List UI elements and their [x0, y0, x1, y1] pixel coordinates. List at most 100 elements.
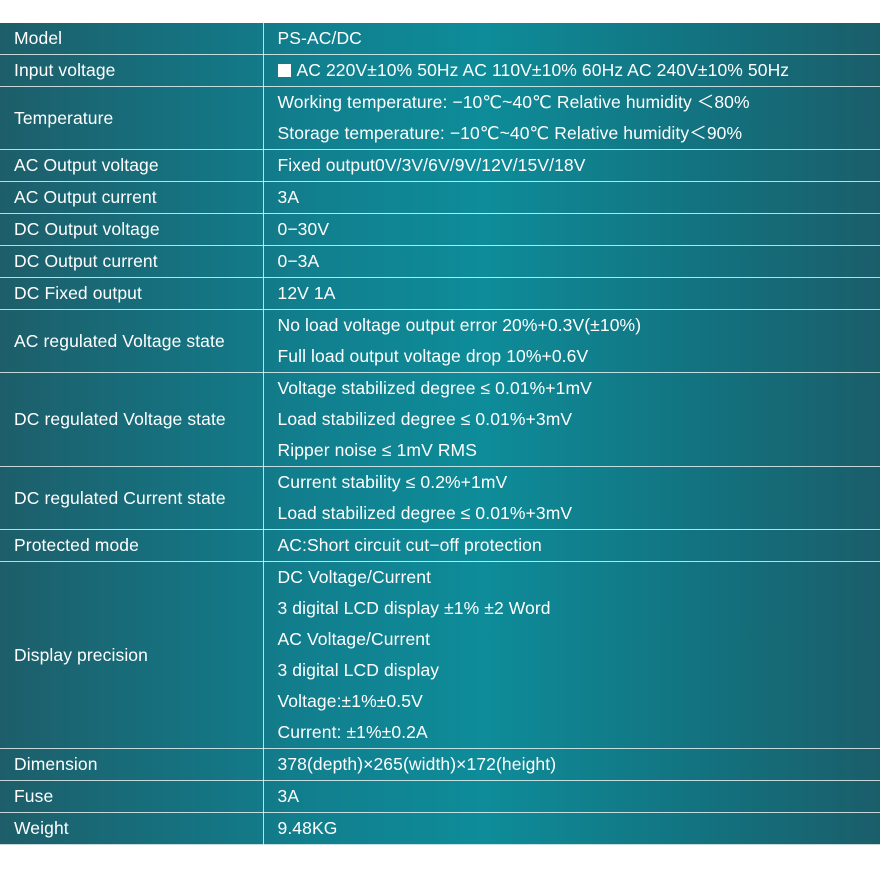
spec-value-text: 0−30V: [277, 219, 330, 239]
checkbox-square-icon: [277, 64, 291, 77]
spec-row: DC regulated Current state Current stabil…: [0, 466, 880, 530]
spec-value-line: 3 digital LCD display ±1% ±2 Word: [278, 593, 880, 624]
spec-value-line: Working temperature: −10℃~40℃ Relative h…: [278, 87, 880, 118]
spec-value-line: PS-AC/DC: [278, 23, 880, 54]
spec-value-line: 3 digital LCD display: [278, 655, 880, 686]
spec-value-line: 3A: [278, 182, 880, 213]
spec-value-cell: Voltage stabilized degree ≤ 0.01%+1mV Loa…: [263, 372, 880, 467]
spec-label: DC Fixed output: [0, 277, 264, 310]
spec-value-line: 3A: [278, 781, 880, 812]
spec-value-cell: 3A: [263, 780, 880, 813]
spec-label: Fuse: [0, 780, 264, 813]
spec-value-text: 3 digital LCD display: [277, 660, 440, 680]
spec-value-line: Voltage stabilized degree ≤ 0.01%+1mV: [278, 373, 880, 404]
spec-value-cell: PS-AC/DC: [263, 23, 880, 55]
spec-label: Model: [0, 23, 264, 55]
spec-value-text: 9.48KG: [277, 818, 338, 838]
spec-label: DC Output current: [0, 245, 264, 278]
spec-row: Fuse 3A: [0, 780, 880, 813]
spec-value-line: Fixed output0V/3V/6V/9V/12V/15V/18V: [278, 150, 880, 181]
spec-value-text: Full load output voltage drop 10%+0.6V: [277, 346, 589, 366]
spec-label: AC Output current: [0, 181, 264, 214]
spec-value-text: DC Voltage/Current: [277, 567, 432, 587]
spec-value-text: AC:Short circuit cut−off protection: [277, 535, 542, 555]
spec-value-text: Storage temperature: −10℃~40℃ Relative h…: [277, 123, 743, 143]
spec-row: DC Fixed output 12V 1A: [0, 277, 880, 310]
spec-label: DC regulated Current state: [0, 466, 264, 530]
spec-row: Protected mode AC:Short circuit cut−off p…: [0, 529, 880, 562]
spec-value-line: 0−30V: [278, 214, 880, 245]
spec-value-line: Full load output voltage drop 10%+0.6V: [278, 341, 880, 372]
spec-label: AC Output voltage: [0, 149, 264, 182]
spec-value-line: No load voltage output error 20%+0.3V(±1…: [278, 310, 880, 341]
spec-value-cell: No load voltage output error 20%+0.3V(±1…: [263, 309, 880, 373]
spec-label: Input voltage: [0, 54, 264, 87]
spec-value-line: 12V 1A: [278, 278, 880, 309]
spec-row: DC Output voltage 0−30V: [0, 213, 880, 246]
spec-label: Display precision: [0, 561, 264, 749]
spec-value-text: Working temperature: −10℃~40℃ Relative h…: [277, 92, 750, 112]
spec-value-text: 3 digital LCD display ±1% ±2 Word: [277, 598, 551, 618]
spec-label: Dimension: [0, 748, 264, 781]
specification-table: Model PS-AC/DC Input voltage AC 220V±10% 50…: [0, 23, 880, 845]
spec-row: Temperature Working temperature: −10℃~40℃…: [0, 86, 880, 150]
spec-value-text: Voltage stabilized degree ≤ 0.01%+1mV: [277, 378, 592, 398]
spec-value-text: Ripper noise ≤ 1mV RMS: [277, 440, 478, 460]
spec-row: AC Output current 3A: [0, 181, 880, 214]
spec-value-text: 12V 1A: [277, 283, 336, 303]
spec-value-text: Current stability ≤ 0.2%+1mV: [277, 472, 508, 492]
spec-value-cell: 378(depth)×265(width)×172(height): [263, 748, 880, 781]
spec-row: Display precision DC Voltage/Current 3 dig…: [0, 561, 880, 749]
spec-label: Weight: [0, 812, 264, 845]
spec-value-text: 3A: [277, 786, 300, 806]
spec-value-line: AC 220V±10% 50Hz AC 110V±10% 60Hz AC 240…: [277, 55, 880, 86]
spec-value-text: 3A: [277, 187, 300, 207]
spec-value-line: Voltage:±1%±0.5V: [278, 686, 880, 717]
spec-value-line: Current: ±1%±0.2A: [278, 717, 880, 748]
spec-value-text: No load voltage output error 20%+0.3V(±1…: [277, 315, 642, 335]
spec-value-line: AC Voltage/Current: [278, 624, 880, 655]
spec-value-line: Current stability ≤ 0.2%+1mV: [278, 467, 880, 498]
spec-value-line: 0−3A: [278, 246, 880, 277]
spec-value-cell: DC Voltage/Current 3 digital LCD display …: [263, 561, 880, 749]
spec-value-line: Load stabilized degree ≤ 0.01%+3mV: [278, 404, 880, 435]
spec-value-cell: Working temperature: −10℃~40℃ Relative h…: [263, 86, 880, 150]
spec-value-cell: Current stability ≤ 0.2%+1mV Load stabili…: [263, 466, 880, 530]
spec-value-cell: AC 220V±10% 50Hz AC 110V±10% 60Hz AC 240…: [263, 54, 880, 87]
spec-row: AC regulated Voltage state No load voltag…: [0, 309, 880, 373]
spec-row: AC Output voltage Fixed output0V/3V/6V/9V…: [0, 149, 880, 182]
spec-value-cell: 0−3A: [263, 245, 880, 278]
spec-value-line: Load stabilized degree ≤ 0.01%+3mV: [278, 498, 880, 529]
spec-row: Weight 9.48KG: [0, 812, 880, 845]
spec-value-text: Fixed output0V/3V/6V/9V/12V/15V/18V: [277, 155, 586, 175]
spec-label: DC Output voltage: [0, 213, 264, 246]
spec-value-text: PS-AC/DC: [277, 28, 362, 48]
spec-value-text: 0−3A: [277, 251, 320, 271]
spec-value-line: Storage temperature: −10℃~40℃ Relative h…: [278, 118, 880, 149]
spec-row: DC Output current 0−3A: [0, 245, 880, 278]
spec-value-line: Ripper noise ≤ 1mV RMS: [278, 435, 880, 466]
spec-value-cell: 0−30V: [263, 213, 880, 246]
spec-value-text: Load stabilized degree ≤ 0.01%+3mV: [277, 503, 573, 523]
spec-value-cell: 9.48KG: [263, 812, 880, 845]
spec-row: Input voltage AC 220V±10% 50Hz AC 110V±10…: [0, 54, 880, 87]
spec-value-cell: AC:Short circuit cut−off protection: [263, 529, 880, 562]
spec-value-cell: 12V 1A: [263, 277, 880, 310]
spec-value-text: AC 220V±10% 50Hz AC 110V±10% 60Hz AC 240…: [296, 60, 790, 80]
spec-value-text: 378(depth)×265(width)×172(height): [277, 754, 557, 774]
spec-value-cell: Fixed output0V/3V/6V/9V/12V/15V/18V: [263, 149, 880, 182]
spec-value-text: Load stabilized degree ≤ 0.01%+3mV: [277, 409, 573, 429]
specification-table-body: Model PS-AC/DC Input voltage AC 220V±10% 50…: [0, 23, 880, 845]
spec-label: Protected mode: [0, 529, 264, 562]
spec-label: Temperature: [0, 86, 264, 150]
top-margin: [0, 0, 880, 23]
spec-value-line: DC Voltage/Current: [278, 562, 880, 593]
spec-value-line: 9.48KG: [278, 813, 880, 844]
spec-value-cell: 3A: [263, 181, 880, 214]
spec-row: DC regulated Voltage state Voltage stabil…: [0, 372, 880, 467]
spec-row: Dimension 378(depth)×265(width)×172(heigh…: [0, 748, 880, 781]
spec-value-line: AC:Short circuit cut−off protection: [278, 530, 880, 561]
spec-label: DC regulated Voltage state: [0, 372, 264, 467]
spec-label: AC regulated Voltage state: [0, 309, 264, 373]
spec-row: Model PS-AC/DC: [0, 23, 880, 55]
